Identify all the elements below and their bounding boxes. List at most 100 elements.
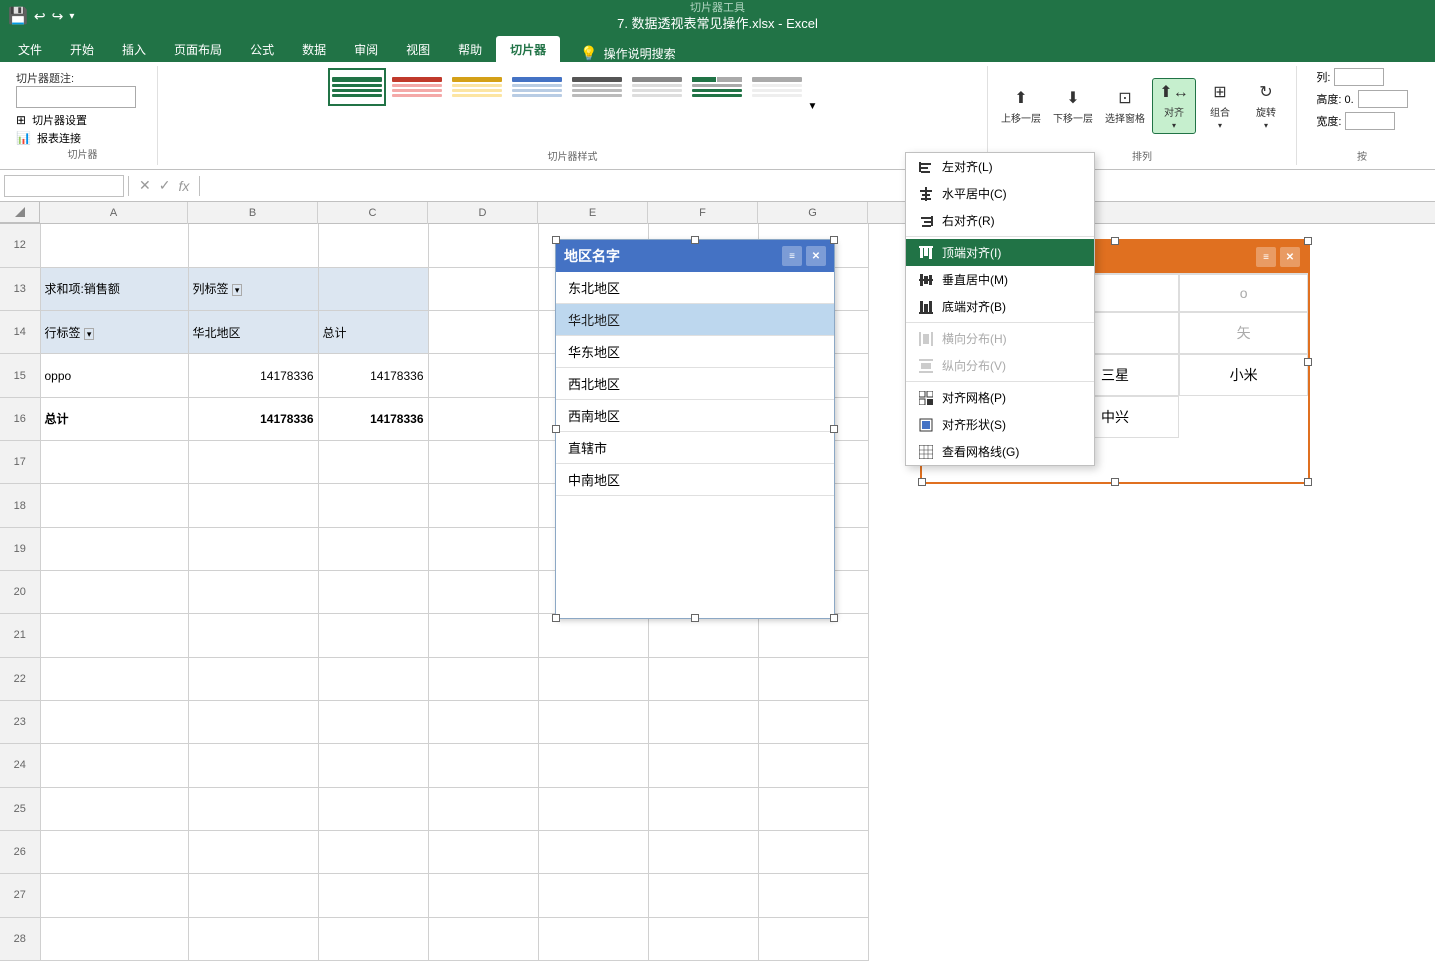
cell-a12[interactable]: [40, 224, 188, 267]
cell-d16[interactable]: [428, 397, 538, 440]
caption-input[interactable]: [16, 86, 136, 108]
move-down-btn[interactable]: ⬇ 下移一层: [1048, 85, 1098, 128]
redo-icon[interactable]: ↪: [52, 8, 64, 25]
formula-input[interactable]: [204, 175, 1431, 197]
snap-grid-item[interactable]: 对齐网格(P): [906, 384, 1094, 411]
view-gridlines-item[interactable]: 查看网格线(G): [906, 438, 1094, 465]
swatch-6[interactable]: [628, 68, 686, 106]
swatch-5[interactable]: [568, 68, 626, 106]
col-header-d[interactable]: D: [428, 202, 538, 224]
name-box[interactable]: [4, 175, 124, 197]
phone-item-o[interactable]: o: [1179, 274, 1308, 312]
align-top-item[interactable]: 顶端对齐(I): [906, 239, 1094, 266]
align-btn[interactable]: ⬆↔ 对齐 ▾: [1152, 78, 1196, 134]
cell-d12[interactable]: [428, 224, 538, 267]
col-header-e[interactable]: E: [538, 202, 648, 224]
confirm-formula-icon[interactable]: ✓: [159, 177, 171, 194]
slicer-handle-tm[interactable]: [691, 236, 699, 244]
slicer-handle-bm[interactable]: [691, 614, 699, 622]
align-bottom-item[interactable]: 底端对齐(B): [906, 293, 1094, 320]
phone-handle-bm[interactable]: [1111, 478, 1119, 486]
col-header-f[interactable]: F: [648, 202, 758, 224]
align-right-item[interactable]: 右对齐(R): [906, 224, 1094, 234]
slicer-handle-tl[interactable]: [552, 236, 560, 244]
tab-view[interactable]: 视图: [392, 36, 444, 62]
col-header-c[interactable]: C: [318, 202, 428, 224]
tab-data[interactable]: 数据: [288, 36, 340, 62]
cell-c16[interactable]: 14178336: [318, 397, 428, 440]
slicer-item-east[interactable]: 华东地区: [556, 336, 834, 368]
tab-home[interactable]: 开始: [56, 36, 108, 62]
cell-d13[interactable]: [428, 267, 538, 310]
quick-access-more[interactable]: ▾: [69, 11, 74, 22]
cell-c13[interactable]: [318, 267, 428, 310]
scroll-down-icon[interactable]: ▼: [808, 101, 818, 112]
region-slicer-multiselect[interactable]: ≡: [782, 246, 802, 266]
tab-file[interactable]: 文件: [4, 36, 56, 62]
cell-b14[interactable]: 华北地区: [188, 311, 318, 354]
tab-review[interactable]: 审阅: [340, 36, 392, 62]
cell-a13[interactable]: 求和项:销售额: [40, 267, 188, 310]
width-input[interactable]: [1345, 112, 1395, 130]
slicer-handle-bl[interactable]: [552, 614, 560, 622]
phone-item-xiaomi[interactable]: 小米: [1179, 354, 1308, 396]
phone-handle-bl[interactable]: [918, 478, 926, 486]
cell-b12[interactable]: [188, 224, 318, 267]
swatch-3[interactable]: [448, 68, 506, 106]
tab-slicer[interactable]: 切片器: [496, 36, 560, 62]
slicer-handle-tr[interactable]: [830, 236, 838, 244]
phone-slicer-clear[interactable]: ✕: [1280, 247, 1300, 267]
cell-b13[interactable]: 列标签 ▾: [188, 267, 318, 310]
group-btn[interactable]: ⊞ 组合 ▾: [1198, 79, 1242, 133]
col-header-a[interactable]: A: [40, 202, 188, 224]
col-header-g[interactable]: G: [758, 202, 868, 224]
phone-item-shape[interactable]: 矢: [1179, 312, 1308, 354]
col-header-b[interactable]: B: [188, 202, 318, 224]
save-icon[interactable]: 💾: [8, 6, 28, 26]
slicer-item-direct[interactable]: 直辖市: [556, 432, 834, 464]
phone-slicer-multiselect[interactable]: ≡: [1256, 247, 1276, 267]
cell-b15[interactable]: 14178336: [188, 354, 318, 397]
cell-b16[interactable]: 14178336: [188, 397, 318, 440]
slicer-item-northeast[interactable]: 东北地区: [556, 272, 834, 304]
swatch-8[interactable]: [748, 68, 806, 106]
move-up-btn[interactable]: ⬆ 上移一层: [996, 85, 1046, 128]
undo-icon[interactable]: ↩: [34, 8, 46, 25]
cell-a15[interactable]: oppo: [40, 354, 188, 397]
snap-shape-item[interactable]: 对齐形状(S): [906, 411, 1094, 438]
height-input[interactable]: [1358, 90, 1408, 108]
align-center-v-item[interactable]: 垂直居中(M): [906, 266, 1094, 293]
slicer-handle-ml[interactable]: [552, 425, 560, 433]
slicer-item-north[interactable]: 华北地区: [556, 304, 834, 336]
cell-c12[interactable]: [318, 224, 428, 267]
region-slicer-clear[interactable]: ✕: [806, 246, 826, 266]
cell-d14[interactable]: [428, 311, 538, 354]
pivot-dropdown-icon[interactable]: ▾: [232, 284, 243, 296]
cell-c14[interactable]: 总计: [318, 311, 428, 354]
phone-handle-mr[interactable]: [1304, 358, 1312, 366]
cell-d15[interactable]: [428, 354, 538, 397]
search-actions-label[interactable]: 操作说明搜索: [604, 45, 676, 62]
col-input[interactable]: [1334, 68, 1384, 86]
slicer-settings-btn[interactable]: ⊞ 切片器设置: [16, 112, 149, 128]
swatch-2[interactable]: [388, 68, 446, 106]
phone-handle-tr[interactable]: [1304, 237, 1312, 245]
cell-c15[interactable]: 14178336: [318, 354, 428, 397]
report-link-btn[interactable]: 📊 报表连接: [16, 130, 149, 146]
slicer-item-northwest[interactable]: 西北地区: [556, 368, 834, 400]
tab-help[interactable]: 帮助: [444, 36, 496, 62]
cell-a16[interactable]: 总计: [40, 397, 188, 440]
tab-insert[interactable]: 插入: [108, 36, 160, 62]
slicer-item-southwest[interactable]: 西南地区: [556, 400, 834, 432]
swatch-1[interactable]: [328, 68, 386, 106]
phone-handle-tm[interactable]: [1111, 237, 1119, 245]
function-icon[interactable]: fx: [178, 178, 189, 194]
swatch-4[interactable]: [508, 68, 566, 106]
cancel-formula-icon[interactable]: ✕: [139, 177, 151, 194]
row-dropdown-icon[interactable]: ▾: [84, 328, 95, 340]
slicer-handle-mr[interactable]: [830, 425, 838, 433]
select-pane-btn[interactable]: ⊡ 选择窗格: [1100, 85, 1150, 128]
rotate-btn[interactable]: ↻ 旋转 ▾: [1244, 79, 1288, 133]
tab-formula[interactable]: 公式: [236, 36, 288, 62]
phone-handle-br[interactable]: [1304, 478, 1312, 486]
